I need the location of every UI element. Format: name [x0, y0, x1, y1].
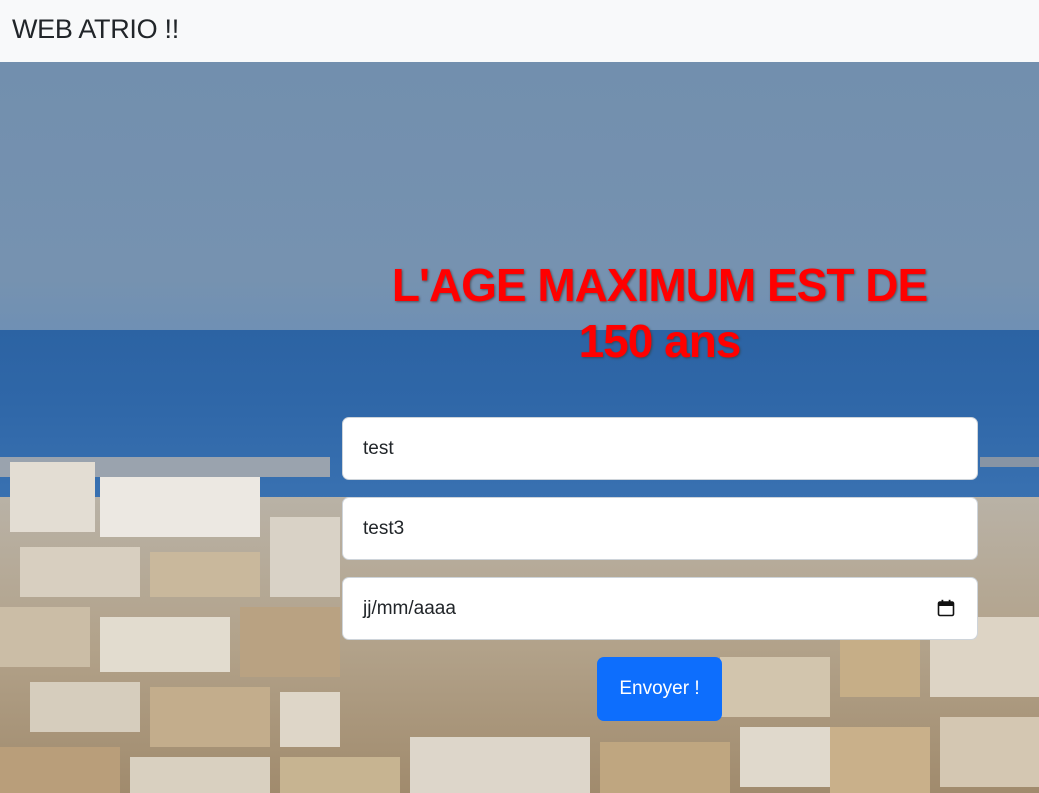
birthdate-input[interactable]: jj/mm/aaaa	[342, 577, 978, 640]
navbar-brand[interactable]: WEB ATRIO !!	[12, 12, 179, 46]
submit-button[interactable]: Envoyer !	[597, 657, 722, 721]
second-text-input[interactable]: test3	[342, 497, 978, 560]
calendar-icon[interactable]	[937, 599, 955, 617]
age-warning-line1: L'AGE MAXIMUM EST DE	[391, 259, 928, 311]
first-text-input[interactable]: test	[342, 417, 978, 480]
second-text-input-value: test3	[363, 518, 405, 539]
hero-section: L'AGE MAXIMUM EST DE 150 ans test test3 …	[0, 62, 1039, 793]
age-warning-title: L'AGE MAXIMUM EST DE 150 ans	[341, 257, 978, 369]
age-warning-line2: 150 ans	[578, 315, 742, 367]
birthdate-placeholder: jj/mm/aaaa	[363, 598, 456, 619]
navbar: WEB ATRIO !!	[0, 0, 1039, 62]
first-text-input-value: test	[363, 438, 394, 459]
